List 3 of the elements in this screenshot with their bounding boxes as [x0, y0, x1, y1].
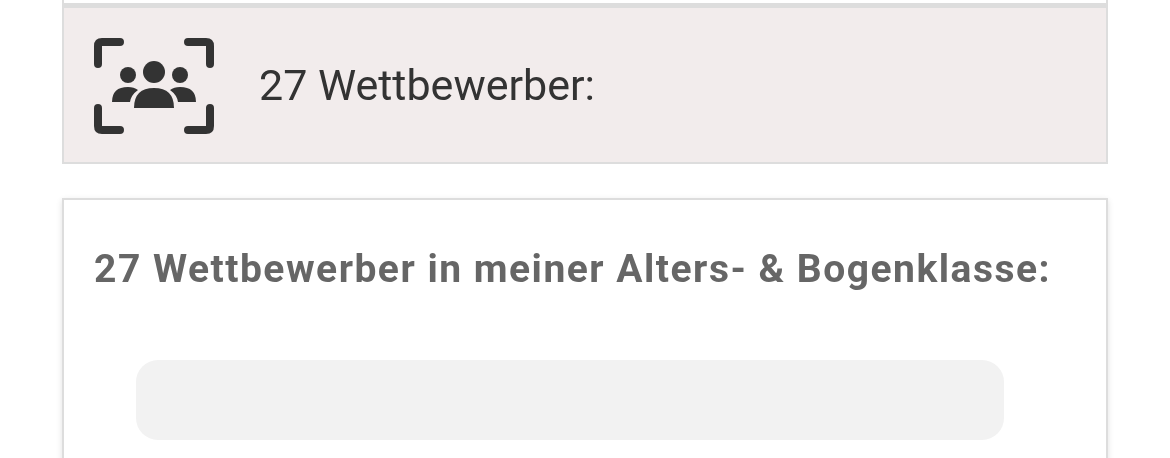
- card-heading: 27 Wettbewerber in meiner Alters- & Bogenklasse:: [94, 245, 1053, 294]
- group-icon: [94, 38, 214, 134]
- competitor-count: 27 Wettbewerber:: [259, 60, 595, 110]
